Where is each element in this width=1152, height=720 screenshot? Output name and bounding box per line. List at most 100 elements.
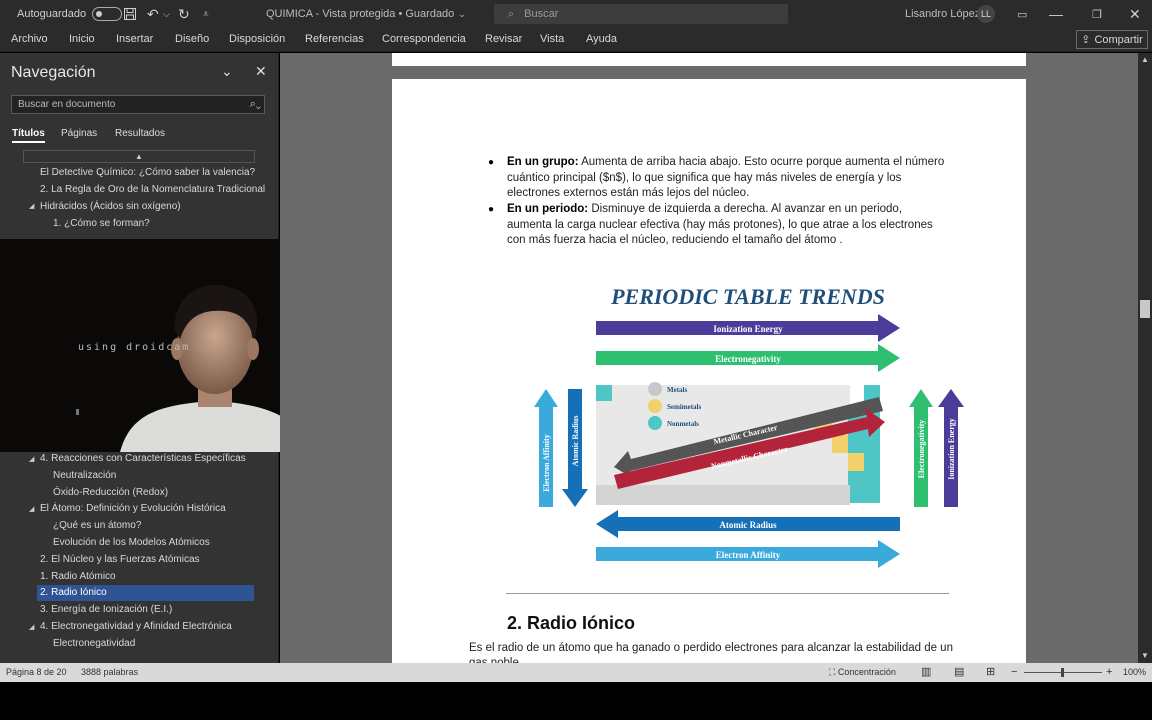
- collapse-triangle-icon[interactable]: ◢: [29, 202, 34, 210]
- legend-label: Semimetals: [667, 403, 701, 411]
- atomic-radius-vertical-arrow: Atomic Radius: [562, 389, 588, 507]
- scroll-up-arrow-icon[interactable]: ▲: [1141, 55, 1149, 64]
- share-button[interactable]: ⇪ Compartir: [1076, 30, 1148, 49]
- tab-referencias[interactable]: Referencias: [305, 28, 364, 51]
- legend-label: Nonmetals: [667, 420, 699, 428]
- legend-swatch-semimetals: [648, 399, 662, 413]
- search-icon: ⌕: [508, 7, 515, 20]
- autosave-label: Autoguardado: [17, 8, 87, 20]
- collapse-triangle-icon[interactable]: ◢: [29, 455, 34, 463]
- share-icon: ⇪: [1081, 34, 1091, 46]
- heading-item[interactable]: Óxido-Reducción (Redox): [53, 485, 168, 501]
- heading-item[interactable]: 3. Energía de Ionización (E.I.): [40, 602, 172, 618]
- body-paragraph[interactable]: Es el radio de un átomo que ha ganado o …: [469, 641, 959, 663]
- heading-item[interactable]: Hidrácidos (Ácidos sin oxígeno): [40, 199, 181, 215]
- tab-revisar[interactable]: Revisar: [485, 28, 522, 51]
- user-name[interactable]: Lisandro López: [905, 0, 980, 28]
- heading-item[interactable]: 1. Radio Atómico: [40, 569, 116, 585]
- nav-tab-paginas[interactable]: Páginas: [61, 128, 97, 139]
- heading-item[interactable]: El Detective Químico: ¿Cómo saber la val…: [40, 165, 255, 181]
- scroll-down-arrow-icon[interactable]: ▼: [1141, 651, 1149, 660]
- customize-toolbar-icon[interactable]: ⩡: [203, 0, 209, 28]
- tab-vista[interactable]: Vista: [540, 28, 564, 51]
- web-layout-icon[interactable]: ⊞: [986, 663, 995, 682]
- document-title[interactable]: QUIMICA - Vista protegida • Guardado ⌄: [266, 0, 466, 28]
- electron-affinity-vertical-arrow: Electron Affinity: [534, 389, 558, 507]
- heading-item[interactable]: El Átomo: Definición y Evolución Históri…: [40, 501, 226, 517]
- electron-affinity-arrow: Electron Affinity: [596, 540, 900, 568]
- arrow-label: Electronegativity: [715, 354, 781, 364]
- print-layout-icon[interactable]: ▤: [954, 663, 964, 682]
- tab-diseno[interactable]: Diseño: [175, 28, 209, 51]
- periodic-trends-figure: PERIODIC TABLE TRENDS Ionization Energy …: [534, 284, 964, 568]
- section-heading[interactable]: 2. Radio Iónico: [507, 613, 635, 634]
- heading-item[interactable]: ¿Qué es un átomo?: [53, 518, 141, 534]
- arrow-label: Electron Affinity: [542, 434, 551, 491]
- bullet-paragraph-grupo[interactable]: En un grupo: Aumenta de arriba hacia aba…: [507, 155, 947, 202]
- legend-label: Metals: [667, 386, 687, 394]
- search-icon[interactable]: ⌕⌄: [250, 98, 261, 111]
- document-page[interactable]: ● En un grupo: Aumenta de arriba hacia a…: [392, 79, 1026, 663]
- autosave-toggle[interactable]: [92, 7, 123, 21]
- tab-inicio[interactable]: Inicio: [69, 28, 95, 51]
- nav-tab-resultados[interactable]: Resultados: [115, 128, 165, 139]
- tab-archivo[interactable]: Archivo: [11, 28, 48, 51]
- read-mode-icon[interactable]: ▥: [921, 663, 931, 682]
- avatar[interactable]: LL: [977, 5, 995, 23]
- undo-dropdown-icon[interactable]: ⌵: [163, 0, 170, 28]
- heading-item[interactable]: 4. Reacciones con Características Especí…: [40, 451, 246, 467]
- bullet-dot: ●: [488, 157, 495, 168]
- zoom-level[interactable]: 100%: [1123, 663, 1146, 682]
- tab-insertar[interactable]: Insertar: [116, 28, 153, 51]
- tab-correspondencia[interactable]: Correspondencia: [382, 28, 466, 51]
- ionization-energy-arrow: Ionization Energy: [596, 314, 900, 342]
- heading-item[interactable]: 2. La Regla de Oro de la Nomenclatura Tr…: [40, 182, 265, 198]
- heading-item[interactable]: Electronegatividad: [53, 636, 135, 652]
- collapse-triangle-icon[interactable]: ◢: [29, 623, 34, 631]
- zoom-out-icon[interactable]: −: [1011, 663, 1017, 682]
- redo-icon[interactable]: ↻: [178, 0, 190, 28]
- nav-title: Navegación: [11, 64, 96, 81]
- undo-icon[interactable]: ↶: [147, 0, 159, 28]
- tab-ayuda[interactable]: Ayuda: [586, 28, 617, 51]
- bullet-dot: ●: [488, 204, 495, 215]
- search-input[interactable]: ⌕ Buscar: [494, 4, 788, 24]
- heading-item[interactable]: 4. Electronegatividad y Afinidad Electró…: [40, 619, 232, 635]
- electronegativity-vertical-arrow: Electronegativity: [909, 389, 933, 507]
- title-bar: Autoguardado ↶ ⌵ ↻ ⩡ QUIMICA - Vista pro…: [0, 0, 1152, 28]
- tab-disposicion[interactable]: Disposición: [229, 28, 285, 51]
- nav-options-chevron-icon[interactable]: ⌄: [221, 63, 233, 80]
- previous-page: [392, 53, 1026, 66]
- close-window-icon[interactable]: ✕: [1129, 0, 1141, 28]
- heading-item[interactable]: 2. El Núcleo y las Fuerzas Atómicas: [40, 552, 200, 568]
- heading-item[interactable]: Evolución de los Modelos Atómicos: [53, 535, 210, 551]
- zoom-in-icon[interactable]: +: [1106, 663, 1112, 682]
- electronegativity-arrow: Electronegativity: [596, 344, 900, 372]
- word-count[interactable]: 3888 palabras: [81, 663, 138, 682]
- scrollbar-thumb[interactable]: [1140, 300, 1150, 318]
- nav-scroll-up-button[interactable]: ▲: [23, 150, 255, 163]
- zoom-slider-handle[interactable]: [1061, 668, 1064, 677]
- ribbon-display-icon[interactable]: ▭: [1017, 0, 1027, 28]
- collapse-triangle-icon[interactable]: ◢: [29, 505, 34, 513]
- page-count[interactable]: Página 8 de 20: [6, 663, 67, 682]
- horizontal-rule: [506, 593, 949, 594]
- heading-item[interactable]: 1. ¿Cómo se forman?: [53, 216, 150, 232]
- vertical-scrollbar[interactable]: ▲ ▼: [1138, 53, 1152, 663]
- arrow-label: Atomic Radius: [571, 416, 580, 467]
- restore-icon[interactable]: ❐: [1092, 0, 1102, 28]
- focus-icon: ⛶: [829, 667, 836, 677]
- nav-search-input[interactable]: Buscar en documento ⌕⌄: [11, 95, 265, 114]
- bullet-paragraph-periodo[interactable]: En un periodo: Disminuye de izquierda a …: [507, 202, 947, 249]
- save-icon[interactable]: [123, 0, 137, 28]
- legend-swatch-metals: [648, 382, 662, 396]
- document-canvas[interactable]: ● En un grupo: Aumenta de arriba hacia a…: [280, 53, 1138, 663]
- legend-swatch-nonmetals: [648, 416, 662, 430]
- focus-button[interactable]: ⛶ Concentración: [829, 663, 896, 682]
- heading-item[interactable]: Neutralización: [53, 468, 116, 484]
- nav-tab-titulos[interactable]: Títulos: [12, 128, 45, 143]
- heading-item-selected[interactable]: 2. Radio Iónico: [37, 585, 254, 601]
- nav-close-icon[interactable]: ✕: [255, 63, 267, 80]
- minimize-icon[interactable]: —: [1049, 0, 1063, 28]
- webcam-watermark: using droidcam: [78, 342, 191, 353]
